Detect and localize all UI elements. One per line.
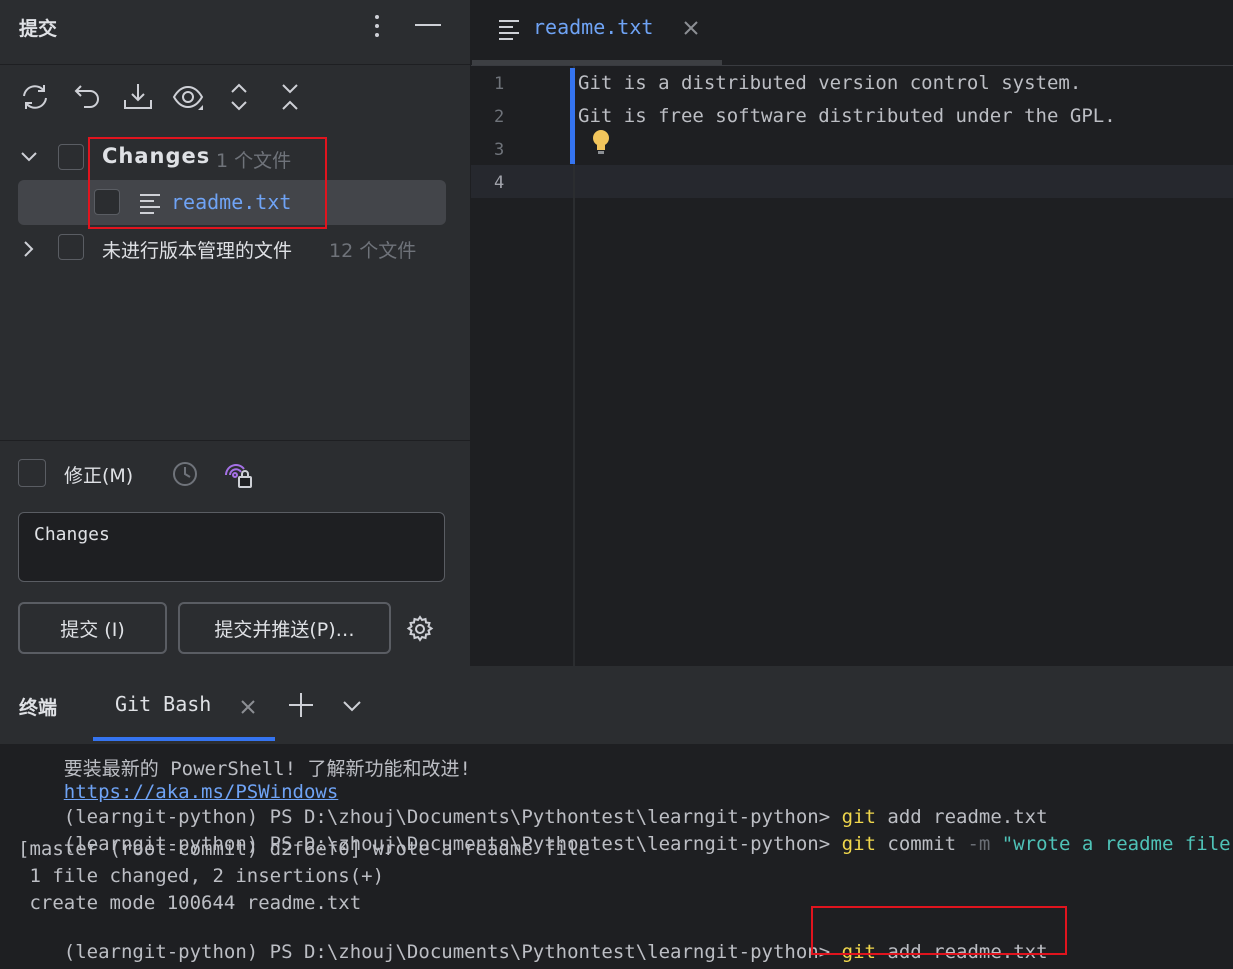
terminal-tab-git-bash[interactable]: Git Bash — [115, 692, 211, 716]
terminal-output-line: create mode 100644 readme.txt — [18, 892, 362, 914]
highlight-box — [811, 906, 1067, 955]
terminal-dropdown-chevron-icon[interactable] — [342, 699, 362, 713]
amend-label[interactable]: 修正(M) — [64, 461, 133, 488]
show-diff-eye-icon[interactable] — [172, 84, 206, 112]
unversioned-checkbox[interactable] — [58, 234, 84, 260]
highlight-box — [88, 137, 327, 229]
unversioned-group-label[interactable]: 未进行版本管理的文件 — [102, 236, 292, 263]
divider — [0, 64, 470, 65]
terminal-title: 终端 — [19, 697, 58, 719]
text-file-icon — [497, 18, 521, 40]
active-terminal-tab-indicator — [93, 737, 275, 741]
shelve-download-icon[interactable] — [122, 82, 154, 112]
commit-and-push-label: 提交并推送(P)… — [214, 618, 355, 641]
unversioned-group-count: 12 个文件 — [329, 240, 417, 262]
terminal-string: "wrote a readme file" — [990, 833, 1233, 855]
close-tab-icon[interactable] — [683, 20, 699, 36]
minimize-icon[interactable] — [415, 24, 441, 28]
terminal-output-line: 1 file changed, 2 insertions(+) — [18, 865, 385, 887]
terminal-args: commit — [875, 833, 968, 855]
code-line[interactable]: Git is free software distributed under t… — [578, 105, 1116, 127]
commit-button-label: 提交 (I) — [60, 618, 125, 641]
commit-button[interactable]: 提交 (I) — [18, 602, 167, 654]
terminal-command: git — [841, 833, 876, 855]
editor-tab-title[interactable]: readme.txt — [533, 15, 653, 39]
current-line-highlight — [471, 165, 1233, 198]
lightbulb-icon[interactable] — [590, 128, 612, 156]
chevron-right-icon[interactable] — [22, 240, 36, 258]
line-number: 3 — [494, 140, 505, 160]
editor-area[interactable] — [471, 0, 1233, 666]
more-options-icon[interactable] — [368, 13, 386, 39]
line-number: 4 — [494, 173, 505, 193]
changes-checkbox[interactable] — [58, 144, 84, 170]
chevron-down-icon[interactable] — [20, 150, 38, 164]
new-terminal-plus-icon[interactable] — [288, 692, 314, 718]
commit-message-input[interactable]: Changes — [18, 512, 445, 582]
commit-panel-title: 提交 — [19, 18, 58, 40]
terminal-output-line: [master (root-commit) d2f6ef0] wrote a r… — [18, 838, 590, 860]
line-number: 1 — [494, 74, 505, 94]
ai-assistant-lock-icon[interactable] — [222, 460, 254, 490]
terminal-partial-text: 要装最新的 PowerShell! 了解新功能和改进! — [63, 758, 471, 780]
terminal-flag: -m — [967, 833, 991, 855]
refresh-icon[interactable] — [19, 82, 51, 112]
line-number: 2 — [494, 107, 505, 127]
collapse-all-icon[interactable] — [279, 82, 301, 112]
rollback-icon[interactable] — [73, 82, 103, 112]
terminal-line: (learngit-python) PS D:\zhouj\Documents\… — [18, 946, 853, 969]
close-terminal-tab-icon[interactable] — [240, 699, 256, 715]
expand-all-icon[interactable] — [228, 82, 250, 112]
commit-and-push-button[interactable]: 提交并推送(P)… — [178, 602, 391, 654]
settings-gear-icon[interactable] — [406, 615, 434, 643]
divider — [0, 440, 470, 441]
active-tab-indicator — [472, 60, 722, 65]
commit-message-text: Changes — [34, 524, 110, 545]
code-line[interactable]: Git is a distributed version control sys… — [578, 72, 1081, 94]
amend-checkbox[interactable] — [18, 459, 46, 487]
history-clock-icon[interactable] — [171, 460, 199, 488]
vcs-change-marker[interactable] — [570, 68, 575, 164]
